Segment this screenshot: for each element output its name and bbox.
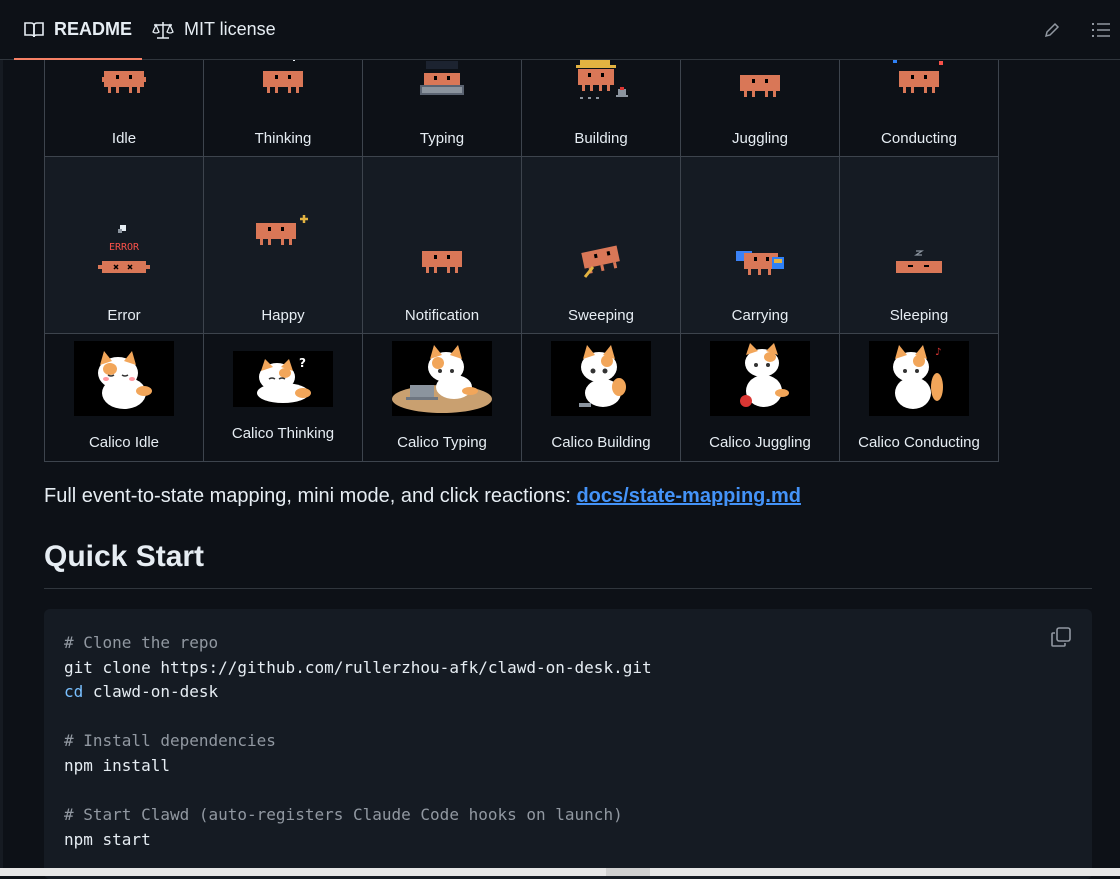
calico-typing-image: [392, 341, 492, 416]
state-label: Error: [107, 307, 141, 324]
code-keyword: cd: [64, 682, 84, 702]
crab-error-icon: ERROR: [98, 225, 150, 273]
state-label: Building: [574, 130, 628, 147]
active-tab-indicator: [14, 58, 143, 60]
state-label: Calico Conducting: [858, 434, 980, 451]
state-cell-calico-typing: Calico Typing: [362, 333, 522, 462]
code-comment: # Clone the repo: [64, 633, 219, 652]
table-row: ERROR Error Happy Notification Sweeping …: [44, 156, 999, 334]
state-label: Calico Idle: [88, 434, 160, 451]
code-line: git clone https://github.com/rullerzhou-…: [64, 657, 652, 677]
state-cell-happy: Happy: [203, 156, 363, 334]
code-line: npm install: [64, 755, 170, 775]
calico-thinking-image: ?: [233, 351, 333, 407]
state-label: Notification: [404, 307, 480, 324]
state-mapping-text: Full event-to-state mapping, mini mode, …: [44, 485, 577, 507]
copy-icon: [1051, 627, 1071, 647]
tab-readme-label: README: [54, 19, 133, 39]
state-label: Conducting: [881, 130, 957, 147]
crab-sleeping-icon: [896, 250, 942, 273]
calico-idle-image: [74, 341, 174, 416]
code-comment: # Start Clawd (auto-registers Claude Cod…: [64, 805, 623, 825]
calico-building-image: [551, 341, 651, 416]
tab-license[interactable]: MIT license: [152, 0, 276, 59]
copy-code-button[interactable]: [1050, 626, 1072, 648]
state-cell-calico-idle: Calico Idle: [44, 333, 204, 462]
state-cell-sweeping: Sweeping: [521, 156, 681, 334]
svg-text:?: ?: [299, 356, 306, 370]
crab-conducting-icon: [893, 59, 943, 93]
tab-license-label: MIT license: [184, 19, 276, 39]
state-label: Calico Typing: [397, 434, 487, 451]
state-label: Carrying: [731, 307, 789, 324]
heading-divider: [44, 588, 1092, 589]
outline-button[interactable]: [1089, 18, 1113, 42]
crab-happy-icon: [256, 215, 308, 245]
state-mapping-link[interactable]: docs/state-mapping.md: [576, 485, 800, 507]
crab-building-icon: [576, 59, 628, 99]
state-label: Happy: [261, 307, 305, 324]
state-cell-calico-conducting: ♪ Calico Conducting: [839, 333, 999, 462]
crab-idle-icon: [102, 71, 146, 93]
state-label: Calico Juggling: [709, 434, 811, 451]
state-cell-calico-building: Calico Building: [521, 333, 681, 462]
state-label: Sweeping: [568, 307, 634, 324]
edit-button[interactable]: [1040, 18, 1064, 42]
state-label: Idle: [111, 130, 137, 147]
state-label: Sleeping: [889, 307, 949, 324]
tab-readme[interactable]: README: [14, 0, 143, 60]
table-row: Calico Idle ? Calico Thinking Calico Typ…: [44, 333, 999, 462]
state-cell-error: ERROR Error: [44, 156, 204, 334]
crab-typing-icon: [420, 61, 464, 95]
code-content[interactable]: # Clone the repo git clone https://githu…: [64, 631, 652, 852]
state-mapping-paragraph: Full event-to-state mapping, mini mode, …: [44, 485, 801, 508]
crab-sweeping-icon: [581, 245, 620, 278]
readme-tab-bar: README MIT license: [0, 0, 1120, 60]
svg-text:♪: ♪: [935, 347, 941, 358]
install-code-block: # Clone the repo git clone https://githu…: [44, 609, 1092, 879]
state-label: Thinking: [254, 130, 312, 147]
list-icon: [1092, 23, 1110, 37]
code-line: clawd-on-desk: [83, 682, 219, 702]
code-comment: # Install dependencies: [64, 731, 276, 751]
error-text: ERROR: [109, 242, 140, 253]
state-label: Calico Building: [551, 434, 651, 451]
state-cell-calico-thinking: ? Calico Thinking: [203, 333, 363, 462]
crab-juggling-icon: [740, 75, 780, 97]
crab-notification-icon: [422, 251, 462, 273]
calico-conducting-image: ♪: [869, 341, 969, 416]
scale-icon: [152, 21, 174, 39]
window-bottom-scrollbar: [0, 868, 1120, 876]
calico-juggling-image: [710, 341, 810, 416]
book-icon: [24, 21, 44, 37]
state-cell-carrying: Carrying: [680, 156, 840, 334]
crab-thinking-icon: [263, 57, 303, 93]
state-cell-sleeping: Sleeping: [839, 156, 999, 334]
state-label: Calico Thinking: [231, 425, 335, 442]
state-cell-notification: Notification: [362, 156, 522, 334]
crab-carrying-icon: [736, 251, 784, 275]
window-edge: [0, 0, 3, 876]
code-line: npm start: [64, 829, 151, 849]
state-label: Juggling: [732, 130, 788, 147]
state-animation-table: Idle Thinking Typing Building Juggling C…: [44, 30, 999, 462]
quick-start-heading: Quick Start: [44, 540, 205, 573]
state-label: Typing: [419, 130, 465, 147]
state-cell-calico-juggling: Calico Juggling: [680, 333, 840, 462]
pencil-icon: [1044, 22, 1060, 38]
scrollbar-thumb[interactable]: [606, 868, 650, 876]
